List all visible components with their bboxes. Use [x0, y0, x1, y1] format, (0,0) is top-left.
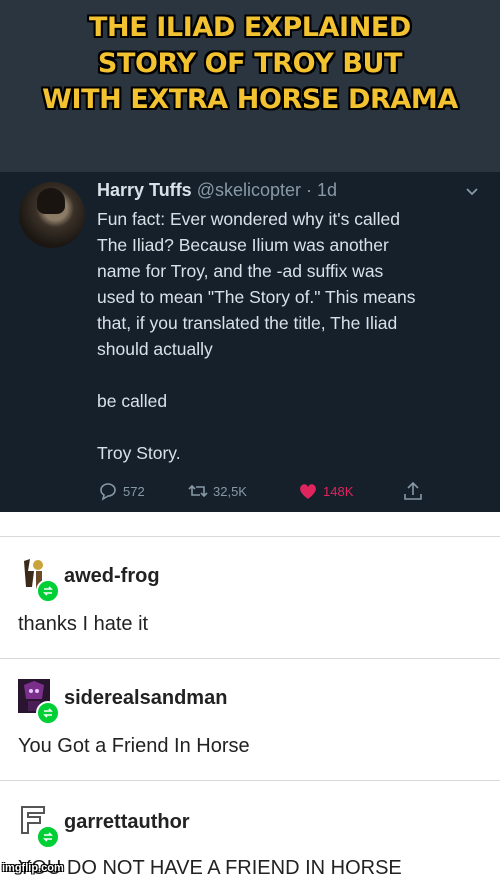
list-item: awed-frog thanks I hate it	[0, 536, 500, 659]
avatar[interactable]	[18, 557, 60, 603]
reblog-badge	[36, 701, 60, 725]
post-username[interactable]: awed-frog	[64, 565, 160, 588]
reblog-icon	[43, 586, 53, 596]
like-count: 148K	[323, 483, 354, 499]
tweet-text-line: be called	[97, 391, 168, 411]
reblog-icon	[43, 708, 53, 718]
tweet-text-line: that, if you translated the title, The I…	[97, 313, 398, 333]
avatar[interactable]	[18, 679, 60, 725]
avatar[interactable]	[19, 182, 85, 248]
share-button[interactable]	[402, 480, 424, 502]
meme-title-line: STORY OF TROY BUT	[97, 48, 403, 79]
tweet-text-line: name for Troy, and the -ad suffix was	[97, 261, 384, 281]
meme-title-line: THE ILIAD EXPLAINED	[89, 12, 411, 43]
post-username[interactable]: garrettauthor	[64, 811, 190, 834]
heart-icon	[300, 484, 316, 499]
reblog-badge	[36, 579, 60, 603]
avatar[interactable]	[18, 803, 60, 849]
reblog-icon	[43, 832, 53, 842]
tweet-actions: 572 32,5K 148K	[97, 476, 477, 506]
reply-icon	[100, 483, 116, 501]
tweet-card: Harry Tuffs @skelicopter · 1d Fun fact: …	[0, 172, 500, 512]
reblog-badge	[36, 825, 60, 849]
retweet-icon	[188, 484, 208, 498]
tweet-text-line: should actually	[97, 339, 213, 359]
post-body: thanks I hate it	[18, 613, 149, 635]
retweet-count: 32,5K	[213, 483, 247, 499]
watermark: imgflip.com	[2, 862, 64, 874]
post-body: YOU DO NOT HAVE A FRIEND IN HORSE	[18, 857, 402, 879]
post-body: You Got a Friend In Horse	[18, 735, 250, 757]
tweet-author: Harry Tuffs @skelicopter · 1d	[97, 180, 337, 201]
reply-button[interactable]: 572	[97, 480, 145, 502]
tweet-text-line: used to mean "The Story of." This means	[97, 287, 416, 307]
chevron-down-icon[interactable]	[465, 184, 479, 198]
share-icon	[404, 481, 422, 500]
post-username[interactable]: siderealsandman	[64, 687, 227, 710]
meme-header: THE ILIAD EXPLAINED STORY OF TROY BUT WI…	[0, 0, 500, 172]
tweet-text-line: The Iliad? Because Ilium was another	[97, 235, 389, 255]
list-item: garrettauthor YOU DO NOT HAVE A FRIEND I…	[0, 780, 500, 880]
retweet-button[interactable]: 32,5K	[187, 480, 247, 502]
author-handle[interactable]: @skelicopter	[197, 180, 301, 200]
like-button[interactable]: 148K	[297, 480, 353, 502]
author-name[interactable]: Harry Tuffs	[97, 180, 192, 200]
reply-count: 572	[123, 483, 145, 499]
list-item: siderealsandman You Got a Friend In Hors…	[0, 658, 500, 781]
tweet-text-line: Troy Story.	[97, 443, 181, 463]
tweet-text-line: Fun fact: Ever wondered why it's called	[97, 209, 400, 229]
meme-title-line: WITH EXTRA HORSE DRAMA	[42, 84, 458, 115]
tweet-time[interactable]: · 1d	[306, 180, 337, 200]
meme-title: THE ILIAD EXPLAINED STORY OF TROY BUT WI…	[0, 10, 500, 118]
tweet-text: Fun fact: Ever wondered why it's called …	[97, 206, 482, 466]
